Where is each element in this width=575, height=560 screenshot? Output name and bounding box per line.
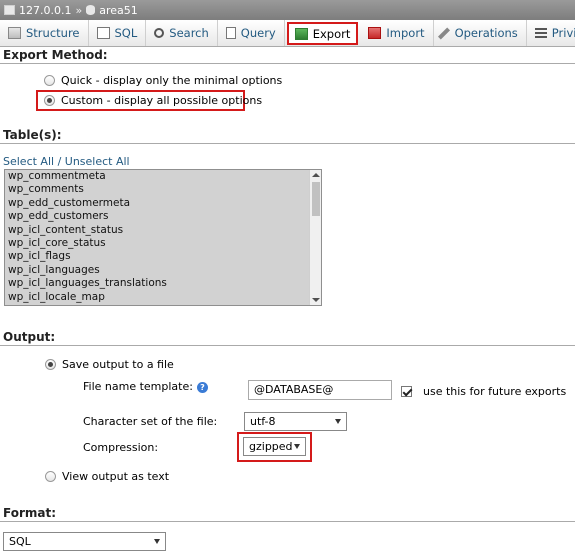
- future-exports-label: use this for future exports: [423, 385, 567, 398]
- quick-option[interactable]: Quick - display only the minimal options: [44, 74, 282, 87]
- format-value: SQL: [9, 535, 31, 548]
- operations-icon: [437, 26, 450, 40]
- table-list-item[interactable]: wp_icl_core_status: [5, 237, 321, 250]
- tab-label: Privileges: [551, 26, 575, 40]
- chevron-down-icon: [154, 539, 160, 544]
- tab-label: Search: [169, 26, 209, 40]
- search-icon: [154, 28, 165, 38]
- tab-label: Structure: [26, 26, 80, 40]
- tab-label: Import: [386, 26, 425, 40]
- import-icon: [368, 27, 382, 39]
- save-to-file-label: Save output to a file: [62, 358, 174, 371]
- tab-privileges[interactable]: Privileges: [527, 20, 575, 46]
- tab-query[interactable]: Query: [218, 20, 285, 46]
- compression-value: gzipped: [249, 440, 293, 453]
- tab-export[interactable]: Export: [286, 22, 359, 45]
- tab-search[interactable]: Search: [146, 20, 218, 46]
- table-list-item[interactable]: wp_edd_customers: [5, 210, 321, 223]
- help-icon[interactable]: ?: [196, 381, 208, 393]
- table-list-item[interactable]: wp_icl_flags: [5, 250, 321, 263]
- tab-label: Operations: [454, 26, 518, 40]
- tab-bar: Structure SQL Search Query Export Import…: [0, 20, 575, 47]
- tab-label: SQL: [114, 26, 138, 40]
- charset-value: utf-8: [250, 415, 276, 428]
- output-heading: Output:: [0, 330, 575, 346]
- table-list-item[interactable]: wp_icl_content_status: [5, 224, 321, 237]
- tab-label: Export: [312, 26, 351, 41]
- structure-icon: [8, 27, 21, 39]
- table-list-scrollbar[interactable]: [309, 170, 321, 305]
- scroll-thumb[interactable]: [312, 182, 320, 216]
- scroll-down-arrow-icon[interactable]: [312, 298, 320, 302]
- view-as-text-label: View output as text: [62, 470, 170, 483]
- scroll-up-arrow-icon[interactable]: [312, 173, 320, 177]
- chevron-down-icon: [335, 419, 341, 424]
- tab-operations[interactable]: Operations: [434, 20, 527, 46]
- tab-label: Query: [240, 26, 276, 40]
- privileges-icon: [534, 28, 547, 38]
- table-list-item[interactable]: wp_commentmeta: [5, 170, 321, 183]
- server-icon: [4, 5, 15, 15]
- table-list-item[interactable]: wp_icl_languages: [5, 264, 321, 277]
- charset-select[interactable]: utf-8: [244, 412, 347, 431]
- table-list-item[interactable]: wp_edd_customermeta: [5, 197, 321, 210]
- quick-label: Quick - display only the minimal options: [61, 74, 283, 87]
- breadcrumb-separator: »: [75, 3, 83, 17]
- compression-label: Compression:: [83, 441, 159, 454]
- tab-import[interactable]: Import: [360, 20, 434, 46]
- quick-radio[interactable]: [44, 75, 55, 86]
- breadcrumb: 127.0.0.1 » area51: [0, 0, 575, 20]
- format-select[interactable]: SQL: [3, 532, 166, 551]
- save-to-file-option[interactable]: Save output to a file: [45, 358, 174, 371]
- query-icon: [225, 27, 236, 39]
- breadcrumb-server[interactable]: 127.0.0.1: [19, 4, 71, 17]
- breadcrumb-database[interactable]: area51: [99, 4, 138, 17]
- view-as-text-radio[interactable]: [45, 471, 56, 482]
- sql-icon: [96, 27, 110, 39]
- filename-label-row: File name template:?: [83, 380, 208, 393]
- save-to-file-radio[interactable]: [45, 359, 56, 370]
- filename-label: File name template:: [83, 380, 193, 393]
- format-heading: Format:: [0, 506, 575, 522]
- tab-structure[interactable]: Structure: [0, 20, 89, 46]
- table-list-item[interactable]: wp_comments: [5, 183, 321, 196]
- export-method-heading: Export Method:: [0, 48, 575, 64]
- table-list-item[interactable]: wp_icl_languages_translations: [5, 277, 321, 290]
- table-select-list[interactable]: wp_commentmeta wp_comments wp_edd_customer…: [4, 169, 322, 306]
- tab-sql[interactable]: SQL: [89, 20, 147, 46]
- custom-radio[interactable]: [44, 95, 55, 106]
- select-all-link[interactable]: Select All / Unselect All: [3, 155, 130, 168]
- filename-input[interactable]: @DATABASE@: [248, 380, 392, 400]
- charset-label: Character set of the file:: [83, 415, 218, 428]
- compression-select[interactable]: gzipped: [243, 437, 306, 456]
- export-icon: [294, 27, 308, 40]
- database-icon: [86, 5, 96, 15]
- chevron-down-icon: [294, 444, 300, 449]
- custom-label: Custom - display all possible options: [61, 94, 263, 107]
- custom-option[interactable]: Custom - display all possible options: [44, 94, 262, 107]
- tables-heading: Table(s):: [0, 128, 575, 144]
- view-as-text-option[interactable]: View output as text: [45, 470, 169, 483]
- table-list-item[interactable]: wp_icl_locale_map: [5, 291, 321, 304]
- future-exports-checkbox[interactable]: [401, 386, 412, 397]
